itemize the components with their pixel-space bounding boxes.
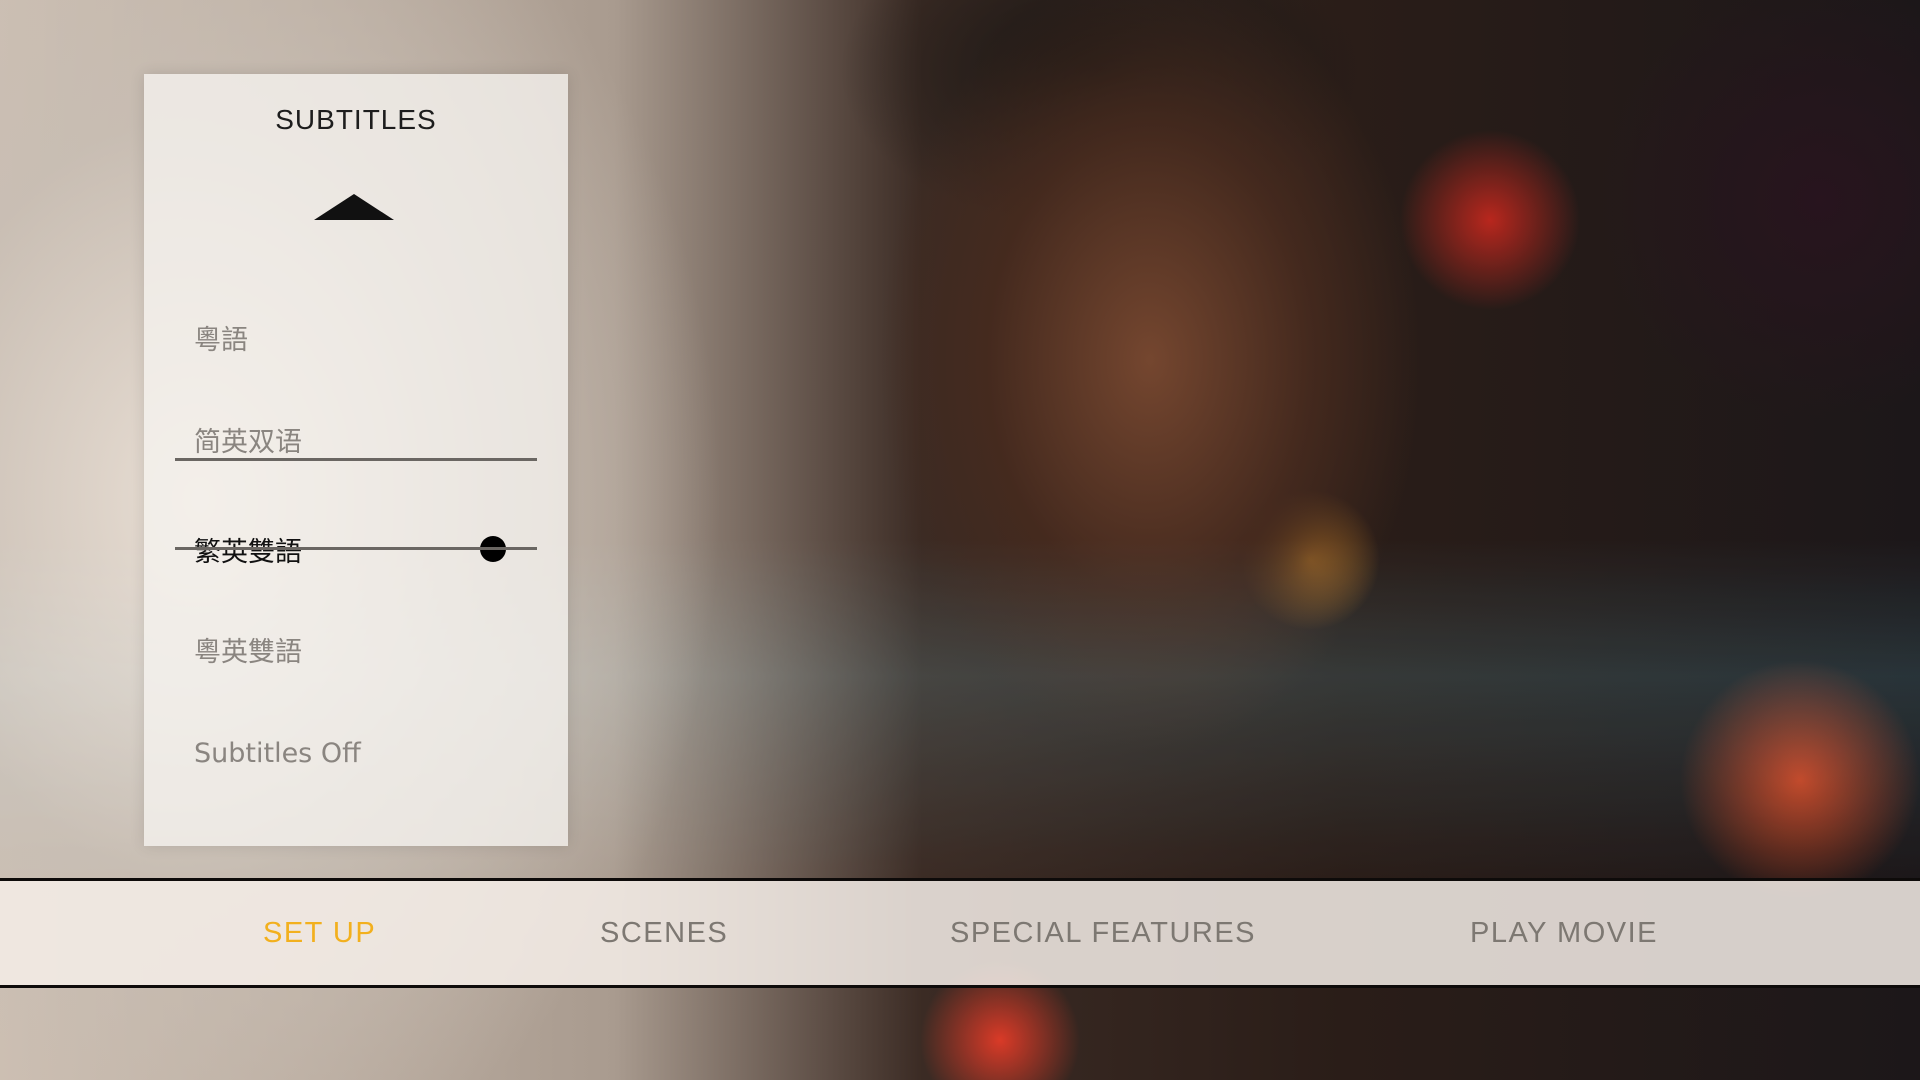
subtitle-option[interactable]: 粵英雙語 [144, 606, 568, 692]
option-label: 粵英雙語 [194, 636, 302, 668]
nav-scenes[interactable]: SCENES [600, 881, 728, 985]
subtitles-panel: SUBTITLES 粵語 简英双语 繁英雙語 粵英雙語 Subtitles Of… [144, 74, 568, 846]
selection-divider-bottom [175, 547, 537, 550]
option-label: 粵語 [194, 324, 248, 356]
subtitle-option[interactable]: 粵語 [144, 294, 568, 380]
nav-set-up[interactable]: SET UP [263, 881, 376, 985]
main-nav-bar: SET UP SCENES SPECIAL FEATURES PLAY MOVI… [0, 878, 1920, 988]
selection-divider-top [175, 458, 537, 461]
subtitle-option[interactable]: 简英双语 [144, 396, 568, 482]
panel-title: SUBTITLES [275, 104, 437, 135]
nav-play-movie[interactable]: PLAY MOVIE [1470, 881, 1658, 985]
menu-screen: SUBTITLES 粵語 简英双语 繁英雙語 粵英雙語 Subtitles Of… [0, 0, 1920, 1080]
triangle-up-icon[interactable] [314, 194, 394, 220]
option-label: 简英双语 [194, 426, 302, 458]
option-label: Subtitles Off [194, 737, 361, 769]
nav-special-features[interactable]: SPECIAL FEATURES [950, 881, 1256, 985]
subtitle-option[interactable]: Subtitles Off [144, 710, 568, 796]
